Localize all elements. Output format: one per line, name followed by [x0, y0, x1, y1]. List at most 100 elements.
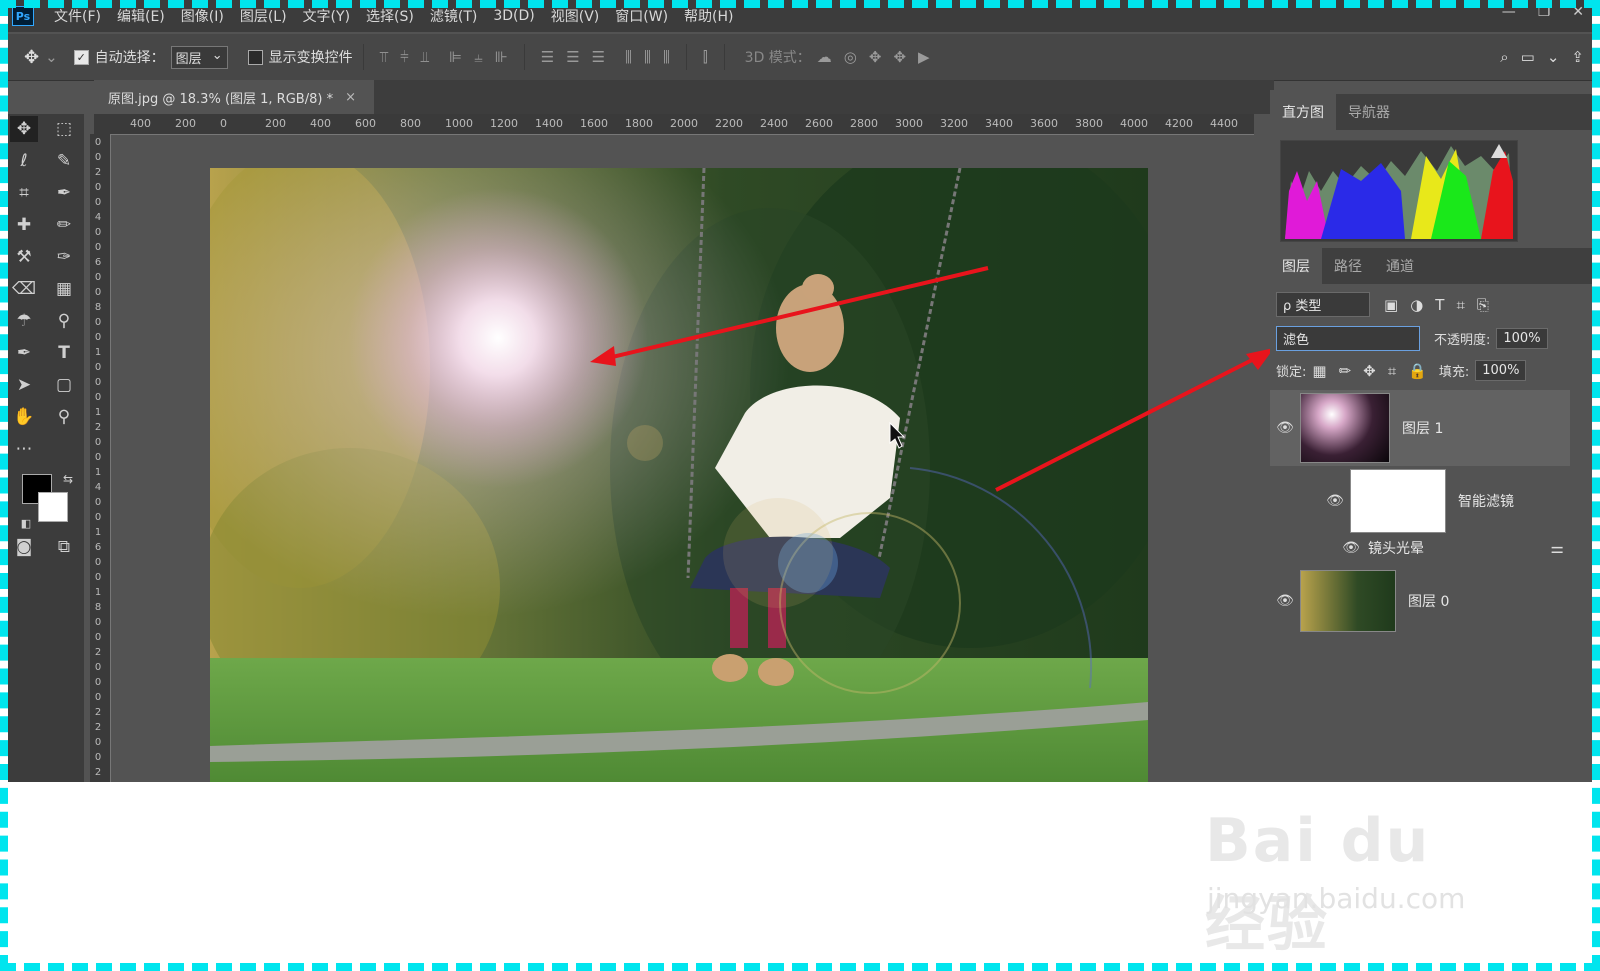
- quick-select-tool-icon[interactable]: ✎: [50, 148, 78, 174]
- kind-filter-dropdown[interactable]: ρ 类型: [1276, 292, 1370, 317]
- menu-select[interactable]: 选择(S): [358, 6, 422, 26]
- slide-3d-icon[interactable]: ✥: [893, 48, 906, 66]
- marquee-tool-icon[interactable]: ⬚: [50, 116, 78, 142]
- layer-row-layer1[interactable]: 👁 图层 1: [1270, 390, 1570, 466]
- close-icon[interactable]: ✕: [1572, 4, 1584, 20]
- eye-icon[interactable]: 👁: [1270, 420, 1300, 436]
- distribute-bottom-icon[interactable]: ☰: [592, 48, 605, 66]
- type-tool-icon[interactable]: T: [50, 340, 78, 366]
- blend-mode-dropdown[interactable]: 滤色: [1276, 326, 1420, 351]
- layer-row-layer0[interactable]: 👁 图层 0: [1270, 566, 1570, 636]
- swap-colors-icon[interactable]: ⇆: [54, 466, 82, 492]
- shape-filter-icon[interactable]: ⌗: [1456, 296, 1464, 314]
- show-transform-option[interactable]: 显示变换控件: [247, 47, 353, 67]
- menu-file[interactable]: 文件(F): [46, 6, 109, 26]
- opacity-input[interactable]: 100%: [1496, 328, 1548, 349]
- distribute-top-icon[interactable]: ☰: [541, 48, 554, 66]
- show-transform-checkbox[interactable]: [247, 49, 263, 65]
- menu-3d[interactable]: 3D(D): [485, 8, 542, 24]
- distribute-left-icon[interactable]: ⫼: [625, 48, 632, 66]
- eye-icon[interactable]: 👁: [1270, 593, 1300, 609]
- lasso-tool-icon[interactable]: ℓ: [10, 148, 38, 174]
- path-select-tool-icon[interactable]: ➤: [10, 372, 38, 398]
- pixel-filter-icon[interactable]: ▣: [1384, 296, 1398, 314]
- smart-object-filter-icon[interactable]: ⎘: [1477, 296, 1489, 314]
- quick-mask-icon[interactable]: ◙: [10, 534, 38, 560]
- distribute-hcenter-icon[interactable]: ⫼: [644, 48, 651, 66]
- layer-row-smart-filters[interactable]: 👁 智能滤镜: [1270, 468, 1570, 534]
- crop-tool-icon[interactable]: ⌗: [10, 180, 38, 206]
- tab-channels[interactable]: 通道: [1374, 248, 1426, 284]
- eraser-tool-icon[interactable]: ⌫: [10, 276, 38, 302]
- auto-select-checkbox[interactable]: ✓: [73, 49, 89, 65]
- roll-3d-icon[interactable]: ◎: [844, 48, 857, 66]
- eye-icon[interactable]: 👁: [1320, 493, 1350, 509]
- eye-icon[interactable]: 👁: [1336, 540, 1366, 556]
- background-color-swatch[interactable]: [38, 492, 68, 522]
- hand-tool-icon[interactable]: ✋: [10, 404, 38, 430]
- tab-layers[interactable]: 图层: [1270, 248, 1322, 284]
- restore-icon[interactable]: ❐: [1538, 4, 1551, 20]
- drag-3d-icon[interactable]: ✥: [869, 48, 882, 66]
- default-colors-icon[interactable]: ◧: [12, 510, 40, 536]
- tab-navigator[interactable]: 导航器: [1336, 94, 1402, 130]
- blur-tool-icon[interactable]: ☂: [10, 308, 38, 334]
- shape-tool-icon[interactable]: ▢: [50, 372, 78, 398]
- scale-3d-icon[interactable]: ▶: [918, 48, 930, 66]
- adjustment-filter-icon[interactable]: ◑: [1410, 296, 1423, 314]
- auto-select-dropdown[interactable]: 图层 ⌄: [170, 45, 228, 69]
- screen-mode-icon[interactable]: ⧉: [50, 534, 78, 560]
- tab-paths[interactable]: 路径: [1322, 248, 1374, 284]
- chevron-down-icon[interactable]: ⌄: [1547, 48, 1560, 66]
- type-filter-icon[interactable]: T: [1435, 296, 1444, 314]
- minimize-icon[interactable]: —: [1502, 4, 1516, 20]
- tab-histogram[interactable]: 直方图: [1270, 94, 1336, 130]
- brush-tool-icon[interactable]: ✏: [50, 212, 78, 238]
- menu-edit[interactable]: 编辑(E): [109, 6, 173, 26]
- chevron-down-icon[interactable]: ⌄: [45, 48, 58, 66]
- lock-all-icon[interactable]: 🔒: [1408, 362, 1427, 380]
- align-bottom-icon[interactable]: ⫫: [421, 48, 429, 66]
- pen-tool-icon[interactable]: ✒: [10, 340, 38, 366]
- gradient-tool-icon[interactable]: ▦: [50, 276, 78, 302]
- menu-filter[interactable]: 滤镜(T): [422, 6, 485, 26]
- menu-view[interactable]: 视图(V): [543, 6, 608, 26]
- lock-artboard-icon[interactable]: ⌗: [1388, 362, 1396, 380]
- history-brush-tool-icon[interactable]: ✑: [50, 244, 78, 270]
- distribute-vcenter-icon[interactable]: ☰: [566, 48, 579, 66]
- document-tab[interactable]: 原图.jpg @ 18.3% (图层 1, RGB/8) * ×: [94, 80, 374, 114]
- distribute-right-icon[interactable]: ⫼: [663, 48, 670, 66]
- dodge-tool-icon[interactable]: ⚲: [50, 308, 78, 334]
- fill-input[interactable]: 100%: [1475, 360, 1527, 381]
- move-tool-icon[interactable]: ✥: [24, 47, 39, 68]
- align-right-icon[interactable]: ⊪: [495, 48, 508, 66]
- zoom-tool-icon[interactable]: ⚲: [50, 404, 78, 430]
- align-left-icon[interactable]: ⊫: [449, 48, 462, 66]
- eyedropper-tool-icon[interactable]: ✒: [50, 180, 78, 206]
- lock-pixels-icon[interactable]: ✏: [1339, 362, 1352, 380]
- lock-transparent-icon[interactable]: ▦: [1312, 362, 1326, 380]
- auto-select-option[interactable]: ✓ 自动选择： 图层 ⌄: [73, 45, 228, 69]
- clone-stamp-tool-icon[interactable]: ⚒: [10, 244, 38, 270]
- share-icon[interactable]: ⇪: [1571, 48, 1584, 66]
- filter-options-icon[interactable]: ⚌: [1551, 539, 1564, 557]
- workspace-icon[interactable]: ▭: [1521, 48, 1535, 66]
- search-icon[interactable]: ⌕: [1500, 48, 1508, 66]
- healing-brush-tool-icon[interactable]: ✚: [10, 212, 38, 238]
- orbit-3d-icon[interactable]: ☁: [817, 48, 832, 66]
- layer-row-lens-flare[interactable]: 👁 镜头光晕 ⚌: [1270, 536, 1570, 560]
- ruler-tick: 1000: [445, 117, 473, 130]
- close-tab-icon[interactable]: ×: [345, 90, 356, 105]
- menu-layer[interactable]: 图层(L): [232, 6, 295, 26]
- more-tools-icon[interactable]: ⋯: [10, 436, 38, 462]
- menu-window[interactable]: 窗口(W): [607, 6, 676, 26]
- align-vcenter-icon[interactable]: ⫩: [400, 48, 409, 66]
- align-top-icon[interactable]: ⫪: [380, 48, 388, 66]
- lock-position-icon[interactable]: ✥: [1363, 362, 1376, 380]
- menu-help[interactable]: 帮助(H): [676, 6, 741, 26]
- auto-align-icon[interactable]: ⫿: [703, 48, 708, 66]
- move-tool-icon[interactable]: ✥: [10, 116, 38, 142]
- menu-image[interactable]: 图像(I): [173, 6, 232, 26]
- menu-type[interactable]: 文字(Y): [295, 6, 358, 26]
- align-hcenter-icon[interactable]: ⫨: [474, 48, 482, 66]
